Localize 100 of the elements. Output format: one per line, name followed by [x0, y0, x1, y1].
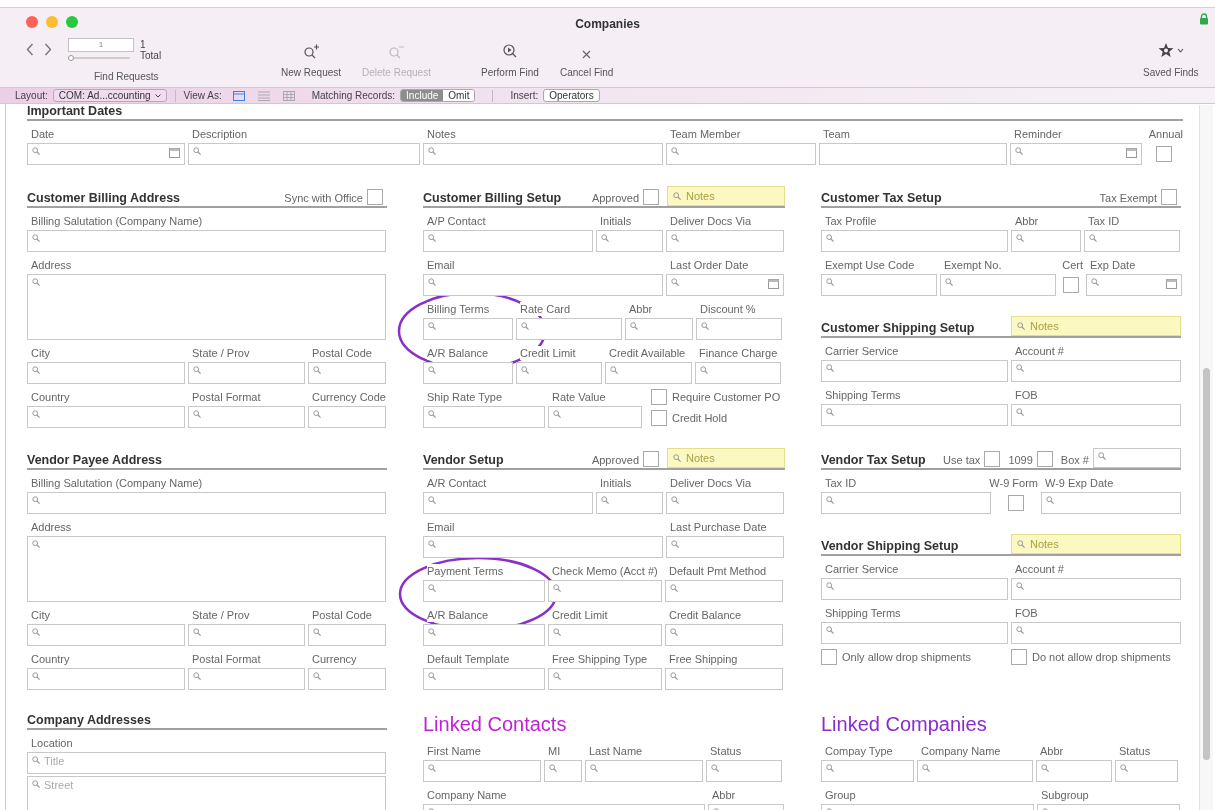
field-label: Last Order Date [670, 258, 749, 272]
field-label: Company Name [921, 744, 1001, 758]
field-label: A/P Contact [427, 214, 486, 228]
field-label: Status [1119, 744, 1151, 758]
checkbox-label: Only allow drop shipments [842, 650, 971, 665]
checkbox-label: Tax Exempt [1099, 190, 1157, 206]
field-label: Initials [600, 214, 632, 228]
field-label: Currency Code [312, 390, 386, 404]
field-label: Check Memo (Acct #) [552, 564, 658, 578]
field-label: A/R Balance [427, 346, 489, 360]
field-label: Email [427, 258, 455, 272]
field-label: Default Pmt Method [669, 564, 767, 578]
field-label: Initials [600, 476, 632, 490]
segment-button[interactable]: Include [401, 90, 444, 101]
notes-field[interactable]: Notes [1011, 316, 1181, 336]
section-title: Vendor Shipping Setup [821, 538, 959, 554]
field-label: Currency [312, 652, 357, 666]
field-label: W-9 Form [989, 476, 1038, 490]
field-label: Deliver Docs Via [670, 476, 752, 490]
found-count: 1 [140, 38, 147, 50]
field-label: Subgroup [1041, 788, 1089, 802]
field-label: Finance Charge [699, 346, 778, 360]
section-title: Customer Billing Setup [423, 190, 562, 206]
segment-button[interactable]: Omit [443, 90, 475, 101]
field-label: Default Template [427, 652, 510, 666]
field-label: Rate Card [520, 302, 571, 316]
field-label: Tax ID [825, 476, 857, 490]
field-label: Address [31, 258, 72, 272]
field-label: Description [192, 127, 248, 141]
checkbox-label: Use tax [943, 452, 981, 468]
field-label: Date [31, 127, 55, 141]
section-title: Company Addresses [27, 712, 151, 728]
toolbar-button[interactable]: New Request [281, 41, 342, 80]
field-label: Postal Code [312, 608, 372, 622]
search-field[interactable]: Title [27, 752, 386, 774]
field-label: Billing Salutation (Company Name) [31, 476, 203, 490]
field-label: Group [825, 788, 856, 802]
insert-label: Insert: [510, 89, 539, 103]
field-label: Reminder [1014, 127, 1062, 141]
section-title: Linked Contacts [423, 712, 568, 737]
field-label: State / Prov [192, 346, 250, 360]
checkbox-label: Approved [591, 190, 639, 206]
field-label: Email [427, 520, 455, 534]
field-label: State / Prov [192, 608, 250, 622]
field-label: Credit Available [609, 346, 686, 360]
field-label: FOB [1015, 606, 1038, 620]
field-label: Postal Format [192, 652, 261, 666]
section-title: Customer Tax Setup [821, 190, 942, 206]
field-label: Free Shipping Type [552, 652, 648, 666]
field-label: Account # [1015, 562, 1064, 576]
field-label: Abbr [1040, 744, 1064, 758]
field-label: MI [548, 744, 561, 758]
field-label: Shipping Terms [825, 606, 901, 620]
field-label: Address [31, 520, 72, 534]
field-label: Annual [1148, 127, 1183, 141]
field-label: Last Purchase Date [670, 520, 767, 534]
field-label: Box # [1060, 452, 1089, 468]
field-label: Abbr [1015, 214, 1039, 228]
section-title: Important Dates [27, 104, 123, 119]
checkbox-label: Approved [591, 452, 639, 468]
field-label: Compay Type [825, 744, 893, 758]
layout-dropdown[interactable]: COM: Ad...ccounting [52, 89, 167, 102]
field-label: Deliver Docs Via [670, 214, 752, 228]
field-label: Last Name [589, 744, 643, 758]
field-label: City [31, 608, 50, 622]
field-label: Status [710, 744, 742, 758]
record-number-field[interactable]: 1 [68, 38, 134, 52]
saved-finds-button[interactable]: Saved Finds [1143, 41, 1199, 80]
toolbar-button[interactable]: Cancel Find [560, 41, 614, 80]
field-label: Credit Balance [669, 608, 742, 622]
notes-field[interactable]: Notes [1011, 534, 1181, 554]
section-title: Vendor Payee Address [27, 452, 163, 468]
field-label: Country [31, 390, 70, 404]
field-label: Credit Limit [520, 346, 576, 360]
field-label: Billing Salutation (Company Name) [31, 214, 203, 228]
field-label: Tax ID [1088, 214, 1120, 228]
notes-field[interactable]: Notes [667, 186, 785, 206]
layout-label: Layout: [15, 89, 48, 103]
section-title: Vendor Tax Setup [821, 452, 926, 468]
field-label: Abbr [629, 302, 653, 316]
field-label: Postal Code [312, 346, 372, 360]
field-label: A/R Balance [427, 608, 489, 622]
field-label: Notes [427, 127, 456, 141]
matching-records-label: Matching Records: [311, 89, 396, 103]
field-label: Location [31, 736, 73, 750]
field-label: Exp Date [1090, 258, 1136, 272]
field-label: City [31, 346, 50, 360]
field-label: Payment Terms [427, 564, 504, 578]
field-label: A/R Contact [427, 476, 487, 490]
operators-button[interactable]: Operators [543, 89, 600, 102]
field-label: Exempt Use Code [825, 258, 915, 272]
checkbox-label: Do not allow drop shipments [1032, 650, 1171, 665]
field-label: Tax Profile [825, 214, 877, 228]
text-area-field[interactable]: Street [27, 776, 386, 810]
toolbar-button[interactable]: Perform Find [481, 41, 539, 80]
section-title: Customer Shipping Setup [821, 320, 975, 336]
notes-field[interactable]: Notes [667, 448, 785, 468]
field-label: Account # [1015, 344, 1064, 358]
checkbox-label: Require Customer PO [672, 390, 781, 405]
field-label: W-9 Exp Date [1045, 476, 1114, 490]
